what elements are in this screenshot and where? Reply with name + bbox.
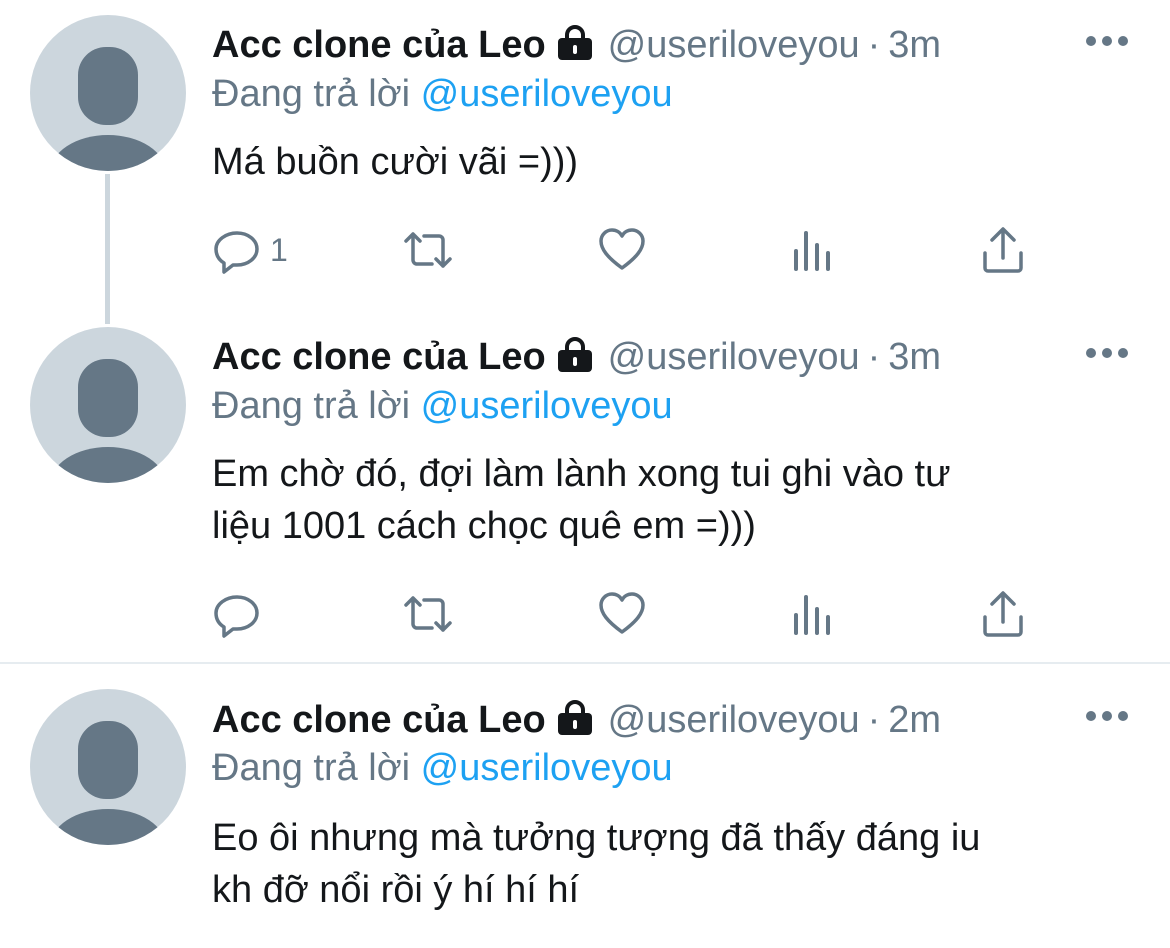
retweet-icon	[404, 232, 452, 268]
replying-to-label: Đang trả lời	[212, 73, 411, 115]
share-button[interactable]	[980, 589, 1026, 639]
tweet-1[interactable]: Acc clone của Leo @useriloveyou · 3m Đang t…	[0, 0, 1170, 324]
analytics-button[interactable]	[790, 225, 834, 275]
reply-button[interactable]: 1	[212, 225, 288, 275]
analytics-icon	[794, 231, 830, 271]
replying-to-line: Đang trả lời @useriloveyou	[212, 70, 673, 118]
lock-icon	[556, 25, 594, 73]
replying-to-line: Đang trả lời @useriloveyou	[212, 744, 673, 792]
retweet-button[interactable]	[400, 225, 456, 275]
like-button[interactable]	[597, 589, 647, 639]
tweet-timestamp[interactable]: 3m	[888, 336, 941, 378]
tweet-2[interactable]: Acc clone của Leo @useriloveyou · 3m Đang t…	[0, 324, 1170, 662]
display-name[interactable]: Acc clone của Leo	[212, 699, 546, 741]
tweet-text-line: Eo ôi nhưng mà tưởng tượng đã thấy đáng …	[212, 817, 981, 859]
more-icon[interactable]	[1085, 708, 1129, 724]
like-icon	[599, 228, 645, 270]
retweet-icon	[404, 596, 452, 632]
display-name[interactable]: Acc clone của Leo	[212, 24, 546, 66]
user-handle[interactable]: @useriloveyou	[608, 336, 860, 378]
reply-button[interactable]	[212, 589, 270, 639]
like-icon	[599, 592, 645, 634]
separator-dot: ·	[867, 699, 881, 741]
replying-to-mention[interactable]: @useriloveyou	[421, 385, 673, 427]
user-handle[interactable]: @useriloveyou	[608, 24, 860, 66]
separator-dot: ·	[867, 336, 881, 378]
lock-icon	[556, 337, 594, 385]
replying-to-line: Đang trả lời @useriloveyou	[212, 382, 673, 430]
display-name[interactable]: Acc clone của Leo	[212, 336, 546, 378]
tweet-text-line: liệu 1001 cách chọc quê em =)))	[212, 505, 756, 547]
replying-to-label: Đang trả lời	[212, 747, 411, 789]
analytics-icon	[794, 595, 830, 635]
tweet-3[interactable]: Acc clone của Leo @useriloveyou · 2m Đang t…	[0, 664, 1170, 948]
separator-dot: ·	[867, 24, 881, 66]
tweet-text: Má buồn cười vãi =)))	[212, 136, 1112, 188]
more-icon[interactable]	[1085, 345, 1129, 361]
replying-to-mention[interactable]: @useriloveyou	[421, 73, 673, 115]
tweet-timestamp[interactable]: 3m	[888, 24, 941, 66]
reply-icon	[214, 595, 259, 638]
share-icon	[983, 591, 1023, 637]
default-avatar-icon[interactable]	[30, 689, 186, 845]
tweet-text: Em chờ đó, đợi làm lành xong tui ghi vào…	[212, 448, 1112, 552]
like-button[interactable]	[597, 225, 647, 275]
retweet-button[interactable]	[400, 589, 456, 639]
tweet-header: Acc clone của Leo @useriloveyou · 3m	[212, 333, 941, 381]
default-avatar-icon[interactable]	[30, 327, 186, 483]
reply-count: 1	[270, 231, 288, 268]
lock-icon	[556, 700, 594, 748]
tweet-text-line: Má buồn cười vãi =)))	[212, 141, 579, 183]
tweet-text-line: Em chờ đó, đợi làm lành xong tui ghi vào…	[212, 453, 951, 495]
analytics-button[interactable]	[790, 589, 834, 639]
more-icon[interactable]	[1085, 33, 1129, 49]
tweet-header: Acc clone của Leo @useriloveyou · 3m	[212, 21, 941, 69]
reply-icon	[214, 231, 259, 274]
tweet-text-line: kh đỡ nổi rồi ý hí hí hí	[212, 869, 580, 911]
replying-to-mention[interactable]: @useriloveyou	[421, 747, 673, 789]
default-avatar-icon[interactable]	[30, 15, 186, 171]
user-handle[interactable]: @useriloveyou	[608, 699, 860, 741]
tweet-text: Eo ôi nhưng mà tưởng tượng đã thấy đáng …	[212, 812, 1112, 916]
share-button[interactable]	[980, 225, 1026, 275]
tweet-header: Acc clone của Leo @useriloveyou · 2m	[212, 696, 941, 744]
replying-to-label: Đang trả lời	[212, 385, 411, 427]
share-icon	[983, 227, 1023, 273]
tweet-timestamp[interactable]: 2m	[888, 699, 941, 741]
